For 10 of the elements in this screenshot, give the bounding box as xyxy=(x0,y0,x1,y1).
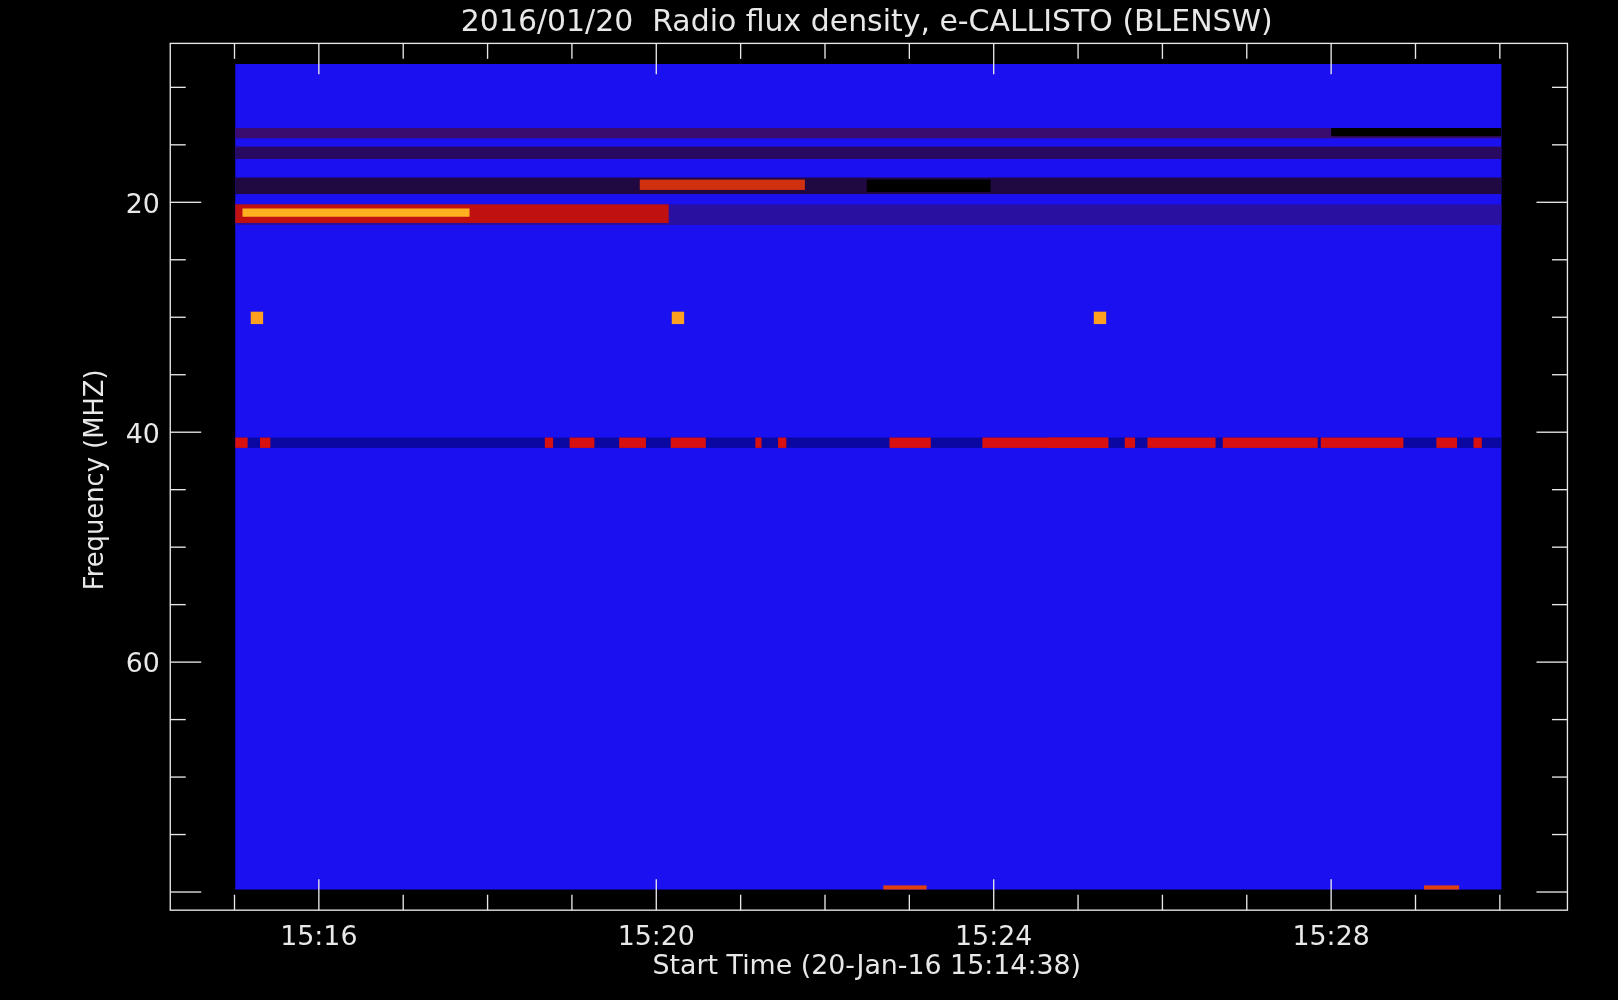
x-axis-label: Start Time (20-Jan-16 15:14:38) xyxy=(652,949,1081,981)
x-tick-label: 15:16 xyxy=(280,920,358,952)
x-tick-label: 15:24 xyxy=(955,920,1033,952)
x-tick-label: 15:28 xyxy=(1292,920,1370,952)
y-tick-label: 40 xyxy=(125,417,160,449)
y-axis-label: Frequency (MHZ) xyxy=(79,369,110,591)
x-tick-label: 15:20 xyxy=(617,920,695,952)
y-tick-label: 60 xyxy=(125,647,160,679)
chart-title: 2016/01/20 Radio flux density, e-CALLISTO (BLENSW) xyxy=(460,3,1273,38)
y-tick-label: 20 xyxy=(125,187,160,219)
